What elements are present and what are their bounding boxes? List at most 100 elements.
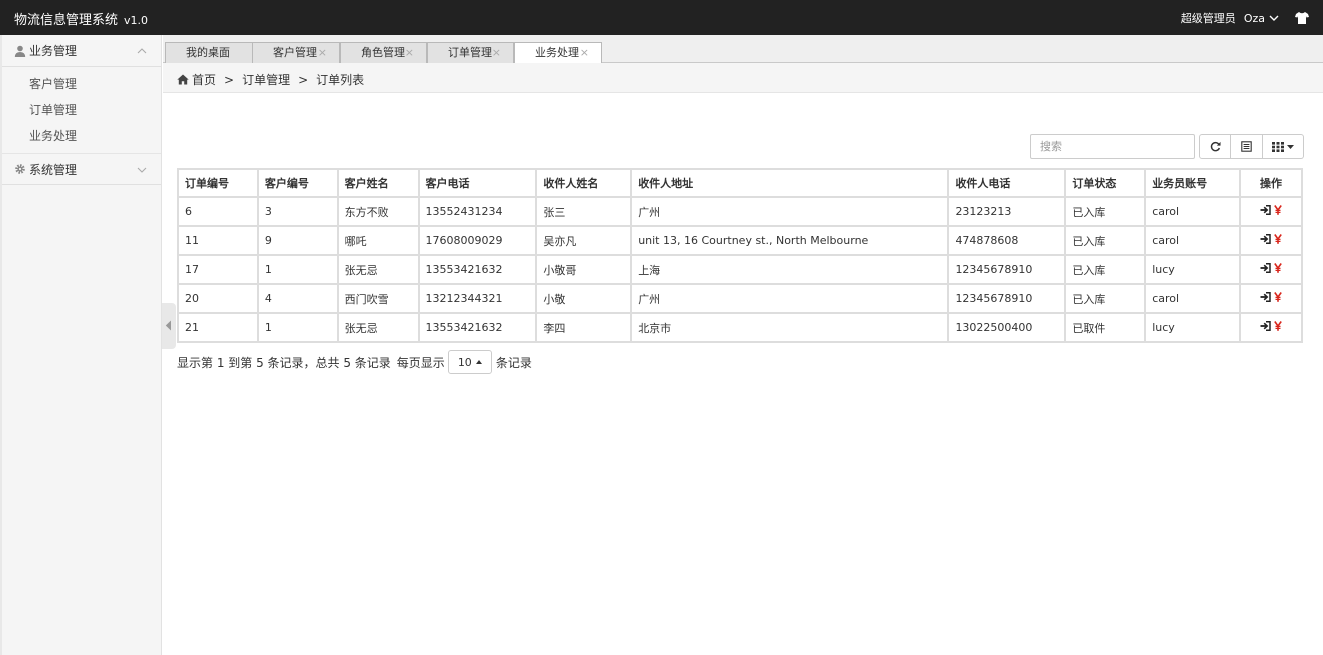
sidebar-item-customers[interactable]: 客户管理: [2, 71, 161, 97]
col-header-staff-account[interactable]: 业务员账号: [1144, 168, 1242, 198]
caret-up-icon: [475, 360, 482, 364]
menu-group-business[interactable]: 业务管理: [2, 35, 161, 67]
cell-order-status: 已入库: [1064, 254, 1147, 285]
cell-recipient-phone: 12345678910: [947, 283, 1067, 314]
col-header-customer-phone[interactable]: 客户电话: [418, 168, 538, 198]
yen-icon[interactable]: [1274, 205, 1282, 215]
user-role: 超级管理员: [1180, 12, 1236, 25]
cell-recipient-name: 小敬哥: [535, 254, 633, 285]
page-size-select[interactable]: 10: [447, 350, 492, 374]
cell-actions: [1239, 225, 1303, 256]
cell-order-id: 21: [177, 312, 259, 343]
cell-staff-account: carol: [1144, 283, 1242, 314]
breadcrumb-orders[interactable]: 订单管理: [242, 71, 290, 88]
sign-in-icon[interactable]: [1260, 321, 1271, 331]
tab-label: 业务处理: [535, 46, 579, 59]
close-icon[interactable]: ×: [405, 43, 414, 62]
close-icon[interactable]: ×: [580, 43, 589, 62]
cell-order-id: 6: [177, 196, 259, 227]
col-header-order-status[interactable]: 订单状态: [1064, 168, 1147, 198]
table-row[interactable]: 11 9 哪吒 17608009029 吴亦凡 unit 13, 16 Cour…: [177, 225, 1303, 256]
user-name[interactable]: Oza: [1244, 12, 1265, 25]
cell-customer-id: 1: [257, 254, 339, 285]
tab-customers[interactable]: 客户管理 ×: [252, 42, 340, 63]
breadcrumb-home[interactable]: 首页: [192, 71, 216, 88]
sign-in-icon[interactable]: [1260, 292, 1271, 302]
tab-roles[interactable]: 角色管理 ×: [340, 42, 427, 63]
columns-icon: [1272, 141, 1284, 152]
yen-icon[interactable]: [1274, 263, 1282, 273]
gear-icon: [15, 164, 25, 174]
col-header-actions: 操作: [1239, 168, 1303, 198]
search-input[interactable]: [1030, 134, 1195, 159]
cell-staff-account: carol: [1144, 225, 1242, 256]
tab-business[interactable]: 业务处理 ×: [514, 42, 602, 64]
sign-in-icon[interactable]: [1260, 234, 1271, 244]
app-title: 物流信息管理系统: [14, 13, 119, 28]
table-row[interactable]: 17 1 张无忌 13553421632 小敬哥 上海 12345678910 …: [177, 254, 1303, 285]
cell-recipient-address: 广州: [630, 283, 950, 314]
tab-orders[interactable]: 订单管理 ×: [427, 42, 514, 63]
cell-customer-name: 张无忌: [337, 254, 420, 285]
toggle-view-button[interactable]: [1231, 134, 1263, 159]
chevron-down-icon[interactable]: [1269, 13, 1279, 23]
close-icon[interactable]: ×: [492, 43, 501, 62]
col-header-order-id[interactable]: 订单编号: [177, 168, 259, 198]
table-row[interactable]: 21 1 张无忌 13553421632 李四 北京市 13022500400 …: [177, 312, 1303, 343]
cell-recipient-phone: 13022500400: [947, 312, 1067, 343]
col-header-recipient-address[interactable]: 收件人地址: [630, 168, 950, 198]
sidebar-item-orders[interactable]: 订单管理: [2, 97, 161, 123]
cell-recipient-address: 广州: [630, 196, 950, 227]
cell-recipient-phone: 474878608: [947, 225, 1067, 256]
cell-customer-name: 张无忌: [337, 312, 420, 343]
sidebar-collapse-handle[interactable]: [162, 303, 176, 349]
table-header-row: 订单编号 客户编号 客户姓名 客户电话 收件人姓名 收件人地址 收件人电话 订单…: [177, 168, 1303, 198]
cell-order-status: 已入库: [1064, 225, 1147, 256]
cell-customer-name: 西门吹雪: [337, 283, 420, 314]
top-header: 物流信息管理系统 v1.0 超级管理员 Oza: [0, 0, 1323, 35]
col-header-recipient-name[interactable]: 收件人姓名: [535, 168, 633, 198]
cell-recipient-name: 小敬: [535, 283, 633, 314]
breadcrumb-bar: 首页 > 订单管理 > 订单列表: [163, 63, 1323, 93]
cell-staff-account: carol: [1144, 196, 1242, 227]
refresh-button[interactable]: [1199, 134, 1231, 159]
submenu-business: 客户管理 订单管理 业务处理: [2, 67, 161, 153]
yen-icon[interactable]: [1274, 321, 1282, 331]
cell-order-status: 已入库: [1064, 196, 1147, 227]
cell-customer-phone: 17608009029: [418, 225, 538, 256]
menu-group-system[interactable]: 系统管理: [2, 153, 161, 185]
sign-in-icon[interactable]: [1260, 205, 1271, 215]
tab-desktop[interactable]: 我的桌面: [165, 42, 253, 63]
cell-customer-id: 4: [257, 283, 339, 314]
per-page-prefix: 每页显示: [396, 355, 445, 370]
chevron-down-icon[interactable]: [137, 165, 147, 175]
app-brand[interactable]: 物流信息管理系统 v1.0: [14, 9, 148, 28]
cell-customer-name: 东方不败: [337, 196, 420, 227]
tab-label: 订单管理: [448, 46, 492, 59]
cell-order-status: 已取件: [1064, 312, 1147, 343]
sidebar-item-business[interactable]: 业务处理: [2, 123, 161, 149]
cell-actions: [1239, 254, 1303, 285]
table-row[interactable]: 20 4 西门吹雪 13212344321 小敬 广州 12345678910 …: [177, 283, 1303, 314]
cell-staff-account: lucy: [1144, 312, 1242, 343]
cell-actions: [1239, 196, 1303, 227]
table-body: 6 3 东方不败 13552431234 张三 广州 23123213 已入库 …: [177, 196, 1303, 343]
col-header-customer-name[interactable]: 客户姓名: [337, 168, 420, 198]
shirt-icon[interactable]: [1295, 12, 1309, 24]
refresh-icon: [1210, 141, 1221, 152]
yen-icon[interactable]: [1274, 234, 1282, 244]
yen-icon[interactable]: [1274, 292, 1282, 302]
close-icon[interactable]: ×: [318, 43, 327, 62]
col-header-recipient-phone[interactable]: 收件人电话: [947, 168, 1067, 198]
col-header-customer-id[interactable]: 客户编号: [257, 168, 339, 198]
chevron-up-icon[interactable]: [137, 46, 147, 56]
cell-recipient-name: 吴亦凡: [535, 225, 633, 256]
user-menu[interactable]: 超级管理员 Oza: [1181, 10, 1309, 26]
sign-in-icon[interactable]: [1260, 263, 1271, 273]
cell-staff-account: lucy: [1144, 254, 1242, 285]
tab-label: 我的桌面: [186, 46, 230, 59]
columns-button[interactable]: [1263, 134, 1304, 159]
cell-customer-phone: 13212344321: [418, 283, 538, 314]
cell-recipient-name: 李四: [535, 312, 633, 343]
table-row[interactable]: 6 3 东方不败 13552431234 张三 广州 23123213 已入库 …: [177, 196, 1303, 227]
